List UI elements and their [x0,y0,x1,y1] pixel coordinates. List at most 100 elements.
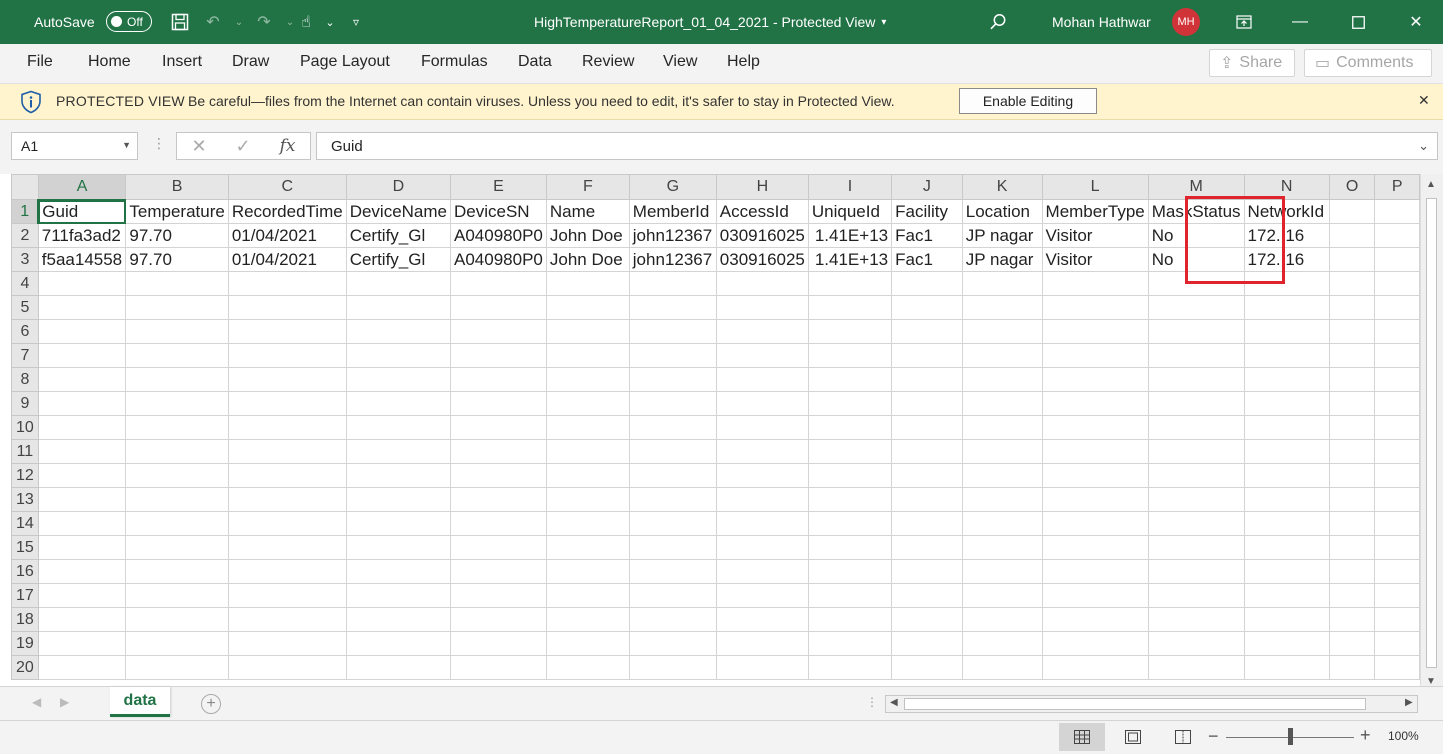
cell-i17[interactable] [807,583,893,608]
cell-k13[interactable] [961,487,1043,512]
cell-h8[interactable] [715,367,809,392]
cell-j16[interactable] [891,559,963,584]
row-header[interactable]: 11 [11,439,39,464]
cell-e14[interactable] [450,511,547,536]
cell-l6[interactable] [1041,319,1149,344]
cell-n15[interactable] [1243,535,1330,560]
column-header-l[interactable]: L [1041,174,1149,200]
menu-draw[interactable]: Draw [232,53,269,71]
cell-m7[interactable] [1147,343,1245,368]
cell-k16[interactable] [961,559,1043,584]
cell-a11[interactable] [37,439,127,464]
ribbon-display-options-icon[interactable] [1221,0,1267,44]
menu-page-layout[interactable]: Page Layout [300,53,390,71]
cell-n14[interactable] [1243,511,1330,536]
cell-d18[interactable] [345,607,452,632]
cell-o3[interactable] [1328,247,1376,272]
cell-o2[interactable] [1328,223,1376,248]
cell-f19[interactable] [545,631,630,656]
cell-j20[interactable] [891,655,963,680]
cell-g19[interactable] [628,631,717,656]
cell-d15[interactable] [345,535,452,560]
search-icon[interactable] [988,12,1008,32]
cell-j10[interactable] [891,415,963,440]
cell-c8[interactable] [227,367,347,392]
cell-o15[interactable] [1328,535,1376,560]
cell-f10[interactable] [545,415,630,440]
column-header-o[interactable]: O [1328,174,1376,200]
column-header-p[interactable]: P [1374,174,1420,200]
cell-o4[interactable] [1328,271,1376,296]
cell-f11[interactable] [545,439,630,464]
cell-b13[interactable] [125,487,229,512]
cell-o14[interactable] [1328,511,1376,536]
cell-c5[interactable] [227,295,347,320]
cell-c12[interactable] [227,463,347,488]
worksheet-grid[interactable]: ABCDEFGHIJKLMNOP 1 Guid Temperature Recorde… [11,174,1420,686]
comments-button[interactable]: ▭ Comments [1304,49,1432,77]
cell-l12[interactable] [1041,463,1149,488]
cell-k10[interactable] [961,415,1043,440]
cell-n1[interactable]: NetworkId [1243,199,1330,224]
cell-g5[interactable] [628,295,717,320]
cell-e1[interactable]: DeviceSN [450,199,547,224]
cell-i13[interactable] [807,487,893,512]
vertical-scrollbar[interactable]: ▲ ▼ [1420,174,1443,692]
cell-f12[interactable] [545,463,630,488]
cell-b7[interactable] [125,343,229,368]
cell-b4[interactable] [125,271,229,296]
cell-o9[interactable] [1328,391,1376,416]
drag-handle-icon[interactable]: ⋮ [152,135,166,152]
row-header[interactable]: 10 [11,415,39,440]
menu-formulas[interactable]: Formulas [421,53,488,71]
cell-i15[interactable] [807,535,893,560]
cell-j19[interactable] [891,631,963,656]
row-header[interactable]: 4 [11,271,39,296]
cell-p13[interactable] [1374,487,1420,512]
cell-k14[interactable] [961,511,1043,536]
cell-n17[interactable] [1243,583,1330,608]
column-header-k[interactable]: K [961,174,1043,200]
cell-l5[interactable] [1041,295,1149,320]
cell-g3[interactable]: john12367 [628,247,717,272]
cell-j5[interactable] [891,295,963,320]
cell-f16[interactable] [545,559,630,584]
cell-a19[interactable] [37,631,127,656]
cell-b8[interactable] [125,367,229,392]
cell-g15[interactable] [628,535,717,560]
cell-g16[interactable] [628,559,717,584]
cell-b1[interactable]: Temperature [125,199,229,224]
cell-h3[interactable]: 030916025 [715,247,809,272]
cell-p5[interactable] [1374,295,1420,320]
cell-f18[interactable] [545,607,630,632]
cell-g17[interactable] [628,583,717,608]
cell-k3[interactable]: JP nagar [961,247,1043,272]
cell-m3[interactable]: No [1147,247,1245,272]
cell-p1[interactable] [1374,199,1420,224]
row-header[interactable]: 20 [11,655,39,680]
cell-c20[interactable] [227,655,347,680]
formula-input[interactable]: Guid ⌄ [316,132,1438,160]
cell-o13[interactable] [1328,487,1376,512]
zoom-in-icon[interactable]: + [1360,725,1371,746]
row-header[interactable]: 15 [11,535,39,560]
cell-p19[interactable] [1374,631,1420,656]
cell-h4[interactable] [715,271,809,296]
cell-h18[interactable] [715,607,809,632]
cell-c14[interactable] [227,511,347,536]
cell-h14[interactable] [715,511,809,536]
cell-m15[interactable] [1147,535,1245,560]
cell-b19[interactable] [125,631,229,656]
cell-m9[interactable] [1147,391,1245,416]
cell-i6[interactable] [807,319,893,344]
cell-m8[interactable] [1147,367,1245,392]
cell-c19[interactable] [227,631,347,656]
cell-d5[interactable] [345,295,452,320]
cell-i1[interactable]: UniqueId [807,199,893,224]
column-header-f[interactable]: F [545,174,630,200]
zoom-out-icon[interactable]: − [1208,726,1219,747]
cell-n20[interactable] [1243,655,1330,680]
insert-function-icon[interactable]: fx [280,136,296,156]
cell-h12[interactable] [715,463,809,488]
zoom-slider-thumb[interactable] [1288,728,1293,745]
